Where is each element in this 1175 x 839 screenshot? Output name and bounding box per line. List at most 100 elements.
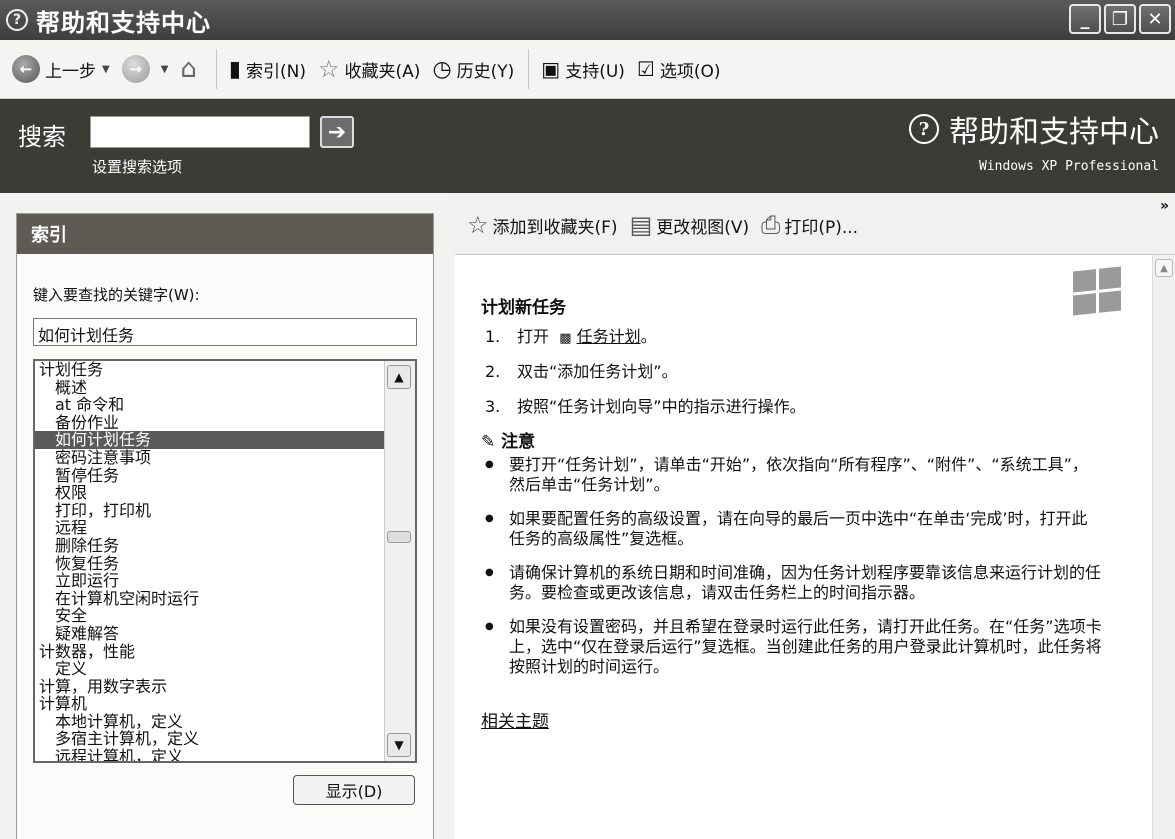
search-options-link[interactable]: 设置搜索选项 bbox=[92, 156, 182, 177]
note-heading: ✎ 注意 bbox=[481, 427, 535, 452]
index-list-item[interactable]: 多宿主计算机，定义 bbox=[35, 730, 385, 748]
favorites-button[interactable]: ☆ 收藏夹(A) bbox=[318, 55, 420, 83]
star-plus-icon: ☆ bbox=[467, 211, 489, 239]
task-scheduler-link[interactable]: 任务计划 bbox=[577, 327, 641, 346]
index-list-item[interactable]: 疑难解答 bbox=[35, 625, 385, 643]
index-list-item[interactable]: 删除任务 bbox=[35, 537, 385, 555]
minimize-button[interactable]: _ bbox=[1069, 4, 1101, 34]
history-button[interactable]: ◷ 历史(Y) bbox=[432, 57, 514, 82]
support-button[interactable]: ▣ 支持(U) bbox=[541, 57, 625, 82]
index-button[interactable]: ▮ 索引(N) bbox=[229, 57, 306, 82]
history-clock-icon: ◷ bbox=[432, 56, 452, 82]
index-list-item[interactable]: 安全 bbox=[35, 607, 385, 625]
index-list-item[interactable]: 远程 bbox=[35, 519, 385, 537]
back-arrow-icon: ← bbox=[12, 55, 40, 83]
step-text: 打开 bbox=[517, 327, 550, 346]
search-input[interactable] bbox=[90, 116, 310, 148]
toolbar-separator bbox=[528, 49, 530, 89]
favorites-label: 收藏夹(A) bbox=[344, 61, 421, 82]
note-item: 请确保计算机的系统日期和时间准确，因为任务计划程序要靠该信息来运行计划的任务。要… bbox=[483, 563, 1103, 603]
scroll-up-button[interactable]: ▲ bbox=[1155, 259, 1173, 277]
options-label: 选项(O) bbox=[659, 61, 721, 82]
chevron-more-icon[interactable]: » bbox=[1160, 198, 1169, 214]
index-list-item[interactable]: 概述 bbox=[35, 378, 385, 397]
index-list-item[interactable]: 计数器，性能 bbox=[35, 642, 385, 661]
options-button[interactable]: ☑ 选项(O) bbox=[637, 57, 721, 82]
change-view-button[interactable]: ▤ 更改视图(V) bbox=[630, 211, 750, 239]
index-list-item[interactable]: 远程计算机，定义 bbox=[35, 748, 385, 761]
index-list-items: 计划任务 概述 at 命令和 备份作业 如何计划任务 密码注意事项 暂停任务 权限 打印，打印机… bbox=[35, 361, 385, 761]
support-icon: ▣ bbox=[541, 57, 561, 81]
step-number: 3. bbox=[485, 397, 501, 416]
title-bar: ? 帮助和支持中心 _ ❐ ✕ bbox=[0, 0, 1175, 40]
step-number: 2. bbox=[485, 362, 501, 381]
index-list-item[interactable]: 定义 bbox=[35, 660, 385, 678]
scroll-up-button[interactable]: ▲ bbox=[387, 365, 411, 389]
step-item: 1. 打开 ▩ 任务计划。 bbox=[485, 325, 806, 360]
step-item: 2. 双击“添加任务计划”。 bbox=[485, 360, 806, 395]
arrow-right-icon: ➔ bbox=[327, 119, 347, 145]
index-list-item[interactable]: 立即运行 bbox=[35, 572, 385, 590]
task-scheduler-icon: ▩ bbox=[559, 331, 572, 346]
printer-icon: ⎙ bbox=[761, 211, 781, 239]
brand-subtitle: Windows XP Professional bbox=[978, 159, 1159, 174]
notes-list: 要打开“任务计划”，请单击“开始”，依次指向“所有程序”、“附件”、“系统工具”… bbox=[483, 455, 1103, 691]
back-dropdown-icon[interactable]: ▼ bbox=[102, 64, 110, 75]
index-list[interactable]: 计划任务 概述 at 命令和 备份作业 如何计划任务 密码注意事项 暂停任务 权限 打印，打印机… bbox=[33, 359, 417, 763]
brand-title: ? 帮助和支持中心 bbox=[909, 107, 1159, 151]
index-list-item[interactable]: 暂停任务 bbox=[35, 466, 385, 485]
change-view-icon: ▤ bbox=[629, 211, 653, 239]
print-button[interactable]: ⎙ 打印(P)... bbox=[761, 211, 858, 239]
index-list-item[interactable]: 打印，打印机 bbox=[35, 502, 385, 520]
article-content: 计划新任务 1. 打开 ▩ 任务计划。 2. 双击“添加任务计划”。 3. 按照“任务… bbox=[455, 255, 1153, 839]
index-panel: 索引 键入要查找的关键字(W): 如何计划任务 计划任务 概述 at 命令和 备份作业… bbox=[16, 213, 434, 839]
steps-list: 1. 打开 ▩ 任务计划。 2. 双击“添加任务计划”。 3. 按照“任务计划向导”中… bbox=[485, 325, 806, 430]
help-icon: ? bbox=[6, 9, 28, 31]
index-list-item[interactable]: 在计算机空闲时运行 bbox=[35, 590, 385, 608]
index-list-item[interactable]: 权限 bbox=[35, 484, 385, 502]
forward-dropdown-icon[interactable]: ▼ bbox=[161, 64, 169, 75]
forward-button[interactable]: → ▼ bbox=[121, 55, 169, 83]
star-icon: ☆ bbox=[318, 55, 340, 83]
forward-arrow-icon: → bbox=[121, 55, 150, 83]
scroll-down-button[interactable]: ▼ bbox=[387, 733, 411, 757]
book-icon: ▮ bbox=[228, 56, 242, 82]
keyword-input[interactable]: 如何计划任务 bbox=[33, 318, 417, 346]
toolbar-separator bbox=[215, 49, 217, 89]
note-title: 注意 bbox=[501, 432, 536, 452]
step-text-end: 。 bbox=[640, 327, 657, 346]
back-label: 上一步 bbox=[45, 61, 96, 82]
index-list-item[interactable]: 密码注意事项 bbox=[35, 449, 385, 467]
step-number: 1. bbox=[485, 327, 501, 346]
index-list-item[interactable]: 本地计算机，定义 bbox=[35, 713, 385, 731]
search-go-button[interactable]: ➔ bbox=[320, 116, 354, 148]
index-list-item[interactable]: 如何计划任务 bbox=[35, 431, 385, 449]
note-item: 要打开“任务计划”，请单击“开始”，依次指向“所有程序”、“附件”、“系统工具”… bbox=[483, 455, 1103, 495]
home-button[interactable]: ⌂ bbox=[180, 54, 202, 84]
content-panel: ☆ 添加到收藏夹(F) ▤ 更改视图(V) ⎙ 打印(P)... » 计划新任务… bbox=[455, 196, 1175, 839]
scroll-thumb[interactable] bbox=[387, 531, 411, 543]
keyword-prompt: 键入要查找的关键字(W): bbox=[33, 286, 200, 304]
index-list-item[interactable]: 备份作业 bbox=[35, 414, 385, 432]
search-band: 搜索 ➔ 设置搜索选项 ? 帮助和支持中心 Windows XP Profess… bbox=[0, 99, 1175, 193]
index-list-item[interactable]: at 命令和 bbox=[35, 396, 385, 414]
print-label: 打印(P)... bbox=[784, 217, 859, 238]
index-label: 索引(N) bbox=[246, 61, 307, 82]
help-icon: ? bbox=[909, 114, 939, 144]
restore-button[interactable]: ❐ bbox=[1104, 4, 1136, 34]
search-label: 搜索 bbox=[18, 123, 66, 151]
add-favorites-label: 添加到收藏夹(F) bbox=[492, 217, 618, 238]
index-list-item[interactable]: 恢复任务 bbox=[35, 554, 385, 573]
index-list-item[interactable]: 计划任务 bbox=[35, 361, 385, 379]
content-scrollbar[interactable]: ▲ bbox=[1152, 255, 1175, 839]
step-text: 按照“任务计划向导”中的指示进行操作。 bbox=[517, 397, 806, 416]
index-list-item[interactable]: 计算，用数字表示 bbox=[35, 678, 385, 696]
add-to-favorites-button[interactable]: ☆ 添加到收藏夹(F) bbox=[467, 211, 618, 239]
back-button[interactable]: ← 上一步 ▼ bbox=[12, 55, 110, 83]
brand-title-text: 帮助和支持中心 bbox=[949, 115, 1159, 150]
related-topics-link[interactable]: 相关主题 bbox=[481, 707, 549, 732]
show-button[interactable]: 显示(D) bbox=[293, 775, 415, 805]
index-list-item[interactable]: 计算机 bbox=[35, 695, 385, 713]
index-list-scrollbar[interactable]: ▲ ▼ bbox=[384, 361, 415, 761]
close-button[interactable]: ✕ bbox=[1139, 4, 1171, 34]
